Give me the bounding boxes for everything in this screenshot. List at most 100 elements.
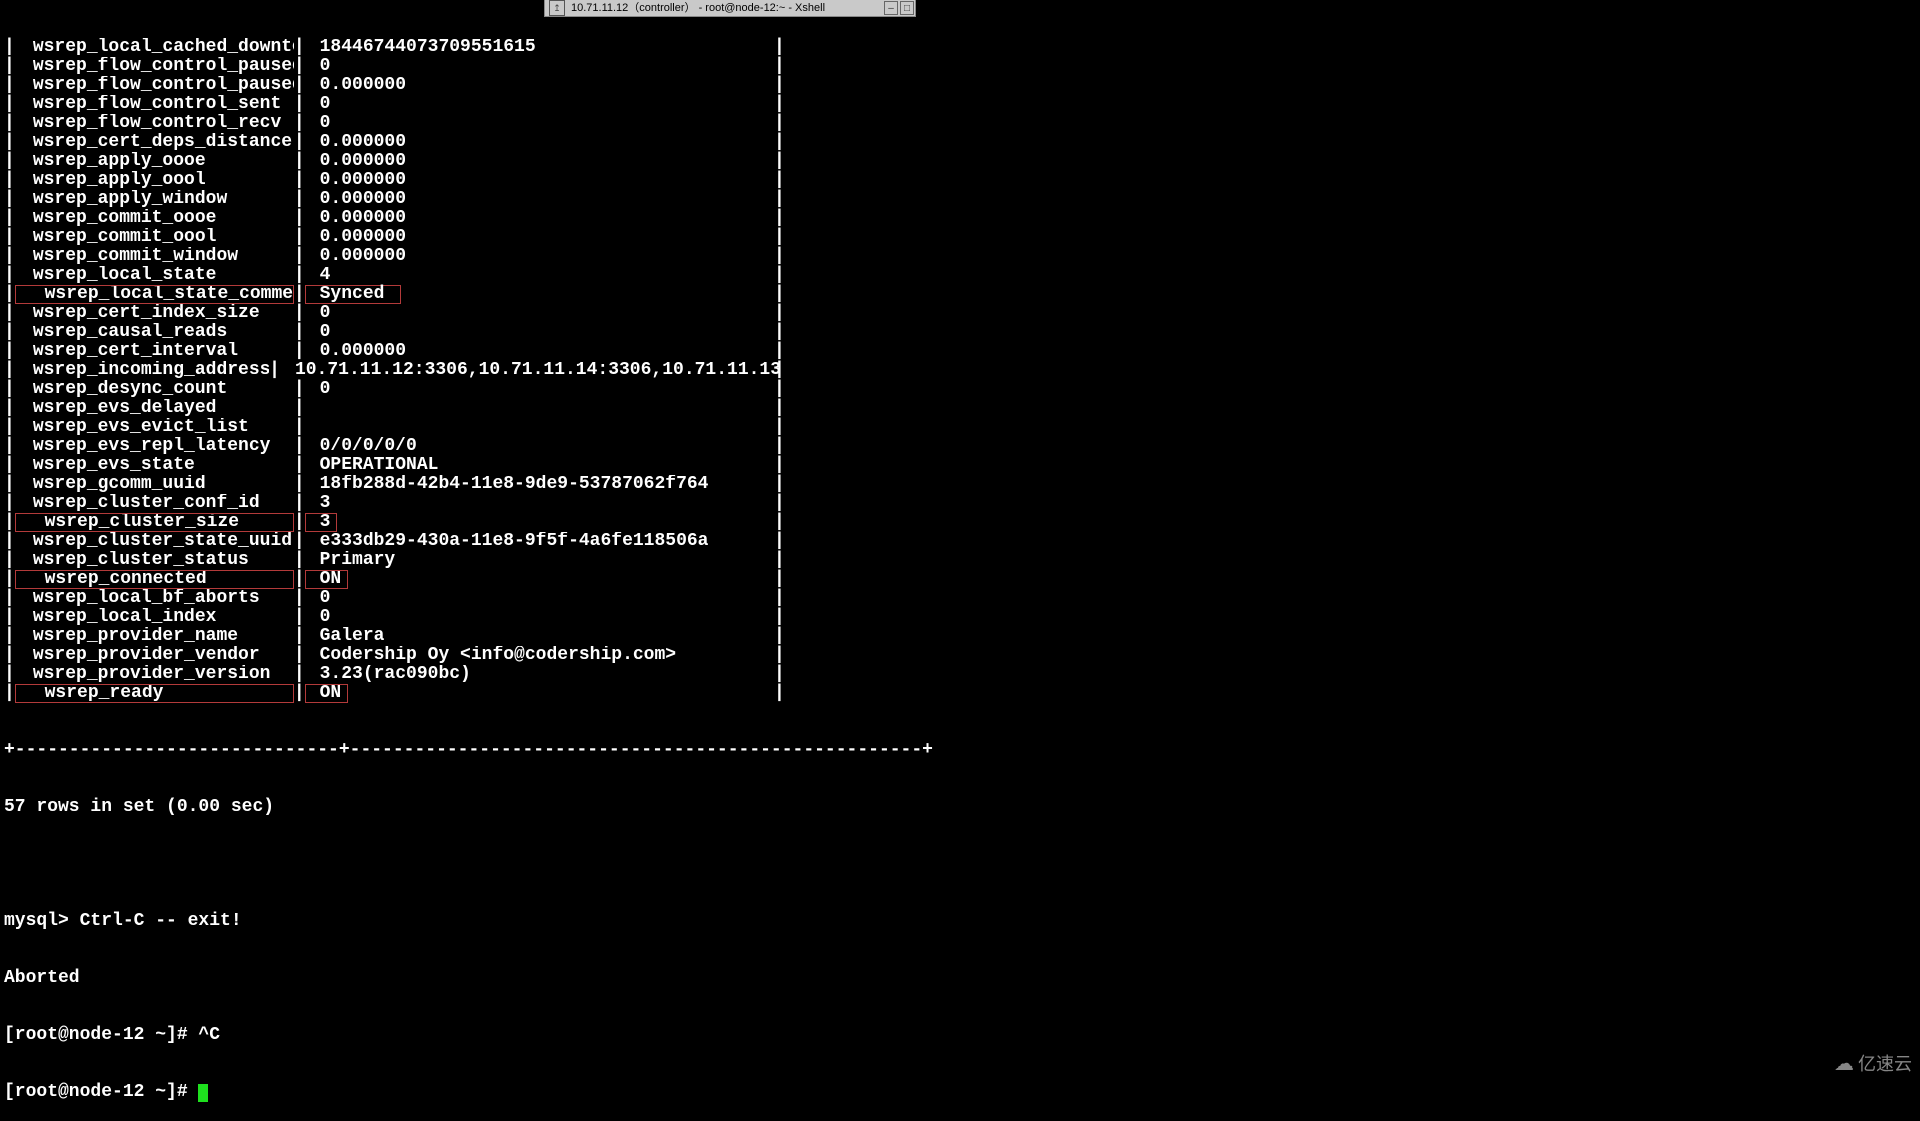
pipe-icon: | [774,76,785,95]
status-var-value: Galera [305,627,385,646]
status-var-name: wsrep_apply_oooe [15,152,294,171]
status-var-name: wsrep_cert_interval [15,342,294,361]
status-var-name: wsrep_provider_name [15,627,294,646]
pipe-icon: | [294,456,305,475]
pipe-icon: | [294,665,305,684]
pipe-icon: | [294,513,305,532]
pipe-icon: | [4,95,15,114]
cursor-icon [198,1084,208,1102]
shell-prompt-current[interactable]: [root@node-12 ~]# [4,1083,1920,1102]
status-var-value: ON [305,684,349,703]
pipe-icon: | [774,418,785,437]
window-titlebar[interactable]: ↥ 10.71.11.12（controller） - root@node-12… [545,0,915,16]
status-var-value: Primary [305,551,396,570]
pipe-icon: | [269,361,280,380]
table-row: |wsrep_cluster_status|Primary| [4,551,1920,570]
table-row: |wsrep_desync_count|0| [4,380,1920,399]
status-var-value: 0 [305,589,331,608]
status-var-name: wsrep_desync_count [15,380,294,399]
status-var-name: wsrep_local_state_comment [15,285,294,304]
pipe-icon: | [774,532,785,551]
pipe-icon: | [774,551,785,570]
pipe-icon: | [774,228,785,247]
pipe-icon: | [294,380,305,399]
pipe-icon: | [774,665,785,684]
pipe-icon: | [294,76,305,95]
pipe-icon: | [4,171,15,190]
pipe-icon: | [4,190,15,209]
status-var-value: 4 [305,266,331,285]
pipe-icon: | [294,323,305,342]
pipe-icon: | [774,437,785,456]
pipe-icon: | [294,532,305,551]
pipe-icon: | [294,475,305,494]
pipe-icon: | [4,684,15,703]
pipe-icon: | [4,608,15,627]
pipe-icon: | [774,57,785,76]
table-row: |wsrep_flow_control_recv|0| [4,114,1920,133]
table-row: | wsrep_ready|ON| [4,684,1920,703]
pipe-icon: | [4,323,15,342]
status-var-value: 0/0/0/0/0 [305,437,417,456]
mysql-exit-line: mysql> Ctrl-C -- exit! [4,912,1920,931]
status-var-name: wsrep_local_index [15,608,294,627]
table-row: |wsrep_evs_evict_list|| [4,418,1920,437]
pipe-icon: | [4,570,15,589]
pipe-icon: | [774,190,785,209]
pipe-icon: | [774,456,785,475]
pipe-icon: | [774,171,785,190]
pipe-icon: | [294,171,305,190]
status-var-name: wsrep_cluster_conf_id [15,494,294,513]
pipe-icon: | [294,190,305,209]
status-var-name: wsrep_cluster_status [15,551,294,570]
table-row: |wsrep_flow_control_sent|0| [4,95,1920,114]
maximize-button[interactable]: □ [900,1,914,15]
table-row: |wsrep_evs_repl_latency|0/0/0/0/0| [4,437,1920,456]
pipe-icon: | [4,456,15,475]
minimize-button[interactable]: – [884,1,898,15]
pipe-icon: | [774,627,785,646]
table-row: |wsrep_cluster_state_uuid|e333db29-430a-… [4,532,1920,551]
status-var-name: wsrep_evs_evict_list [15,418,294,437]
table-row: |wsrep_cert_index_size|0| [4,304,1920,323]
status-var-name: wsrep_provider_version [15,665,294,684]
status-var-value: 0 [305,608,331,627]
pipe-icon: | [294,399,305,418]
status-var-name: wsrep_ready [15,684,294,703]
pipe-icon: | [294,228,305,247]
status-var-value: 0 [305,57,331,76]
pipe-icon: | [774,323,785,342]
status-var-value: 0.000000 [305,133,406,152]
pipe-icon: | [294,494,305,513]
status-var-value: e333db29-430a-11e8-9f5f-4a6fe118506a [305,532,709,551]
pipe-icon: | [774,133,785,152]
status-var-value: 18fb288d-42b4-11e8-9de9-53787062f764 [305,475,709,494]
cloud-icon: ☁ [1834,1055,1854,1074]
pipe-icon: | [4,266,15,285]
pipe-icon: | [4,361,15,380]
pipe-icon: | [774,475,785,494]
table-row: |wsrep_local_index|0| [4,608,1920,627]
pipe-icon: | [4,513,15,532]
pipe-icon: | [4,38,15,57]
pipe-icon: | [294,38,305,57]
terminal-output[interactable]: |wsrep_local_cached_downto|1844674407370… [0,0,1920,1080]
status-var-name: wsrep_commit_window [15,247,294,266]
pipe-icon: | [294,627,305,646]
pipe-icon: | [774,684,785,703]
pipe-icon: | [4,532,15,551]
pipe-icon: | [774,95,785,114]
pipe-icon: | [4,551,15,570]
status-var-value: 0.000000 [305,228,406,247]
table-row: |wsrep_commit_oool|0.000000| [4,228,1920,247]
pipe-icon: | [774,247,785,266]
pipe-icon: | [4,285,15,304]
pipe-icon: | [294,285,305,304]
pipe-icon: | [774,114,785,133]
prompt-text: [root@node-12 ~]# [4,1083,198,1102]
status-var-name: wsrep_local_state [15,266,294,285]
status-var-value: 0 [305,304,331,323]
status-var-name: wsrep_cluster_state_uuid [15,532,294,551]
window-title: 10.71.11.12（controller） - root@node-12:~… [569,0,883,18]
status-var-value: 0 [305,114,331,133]
